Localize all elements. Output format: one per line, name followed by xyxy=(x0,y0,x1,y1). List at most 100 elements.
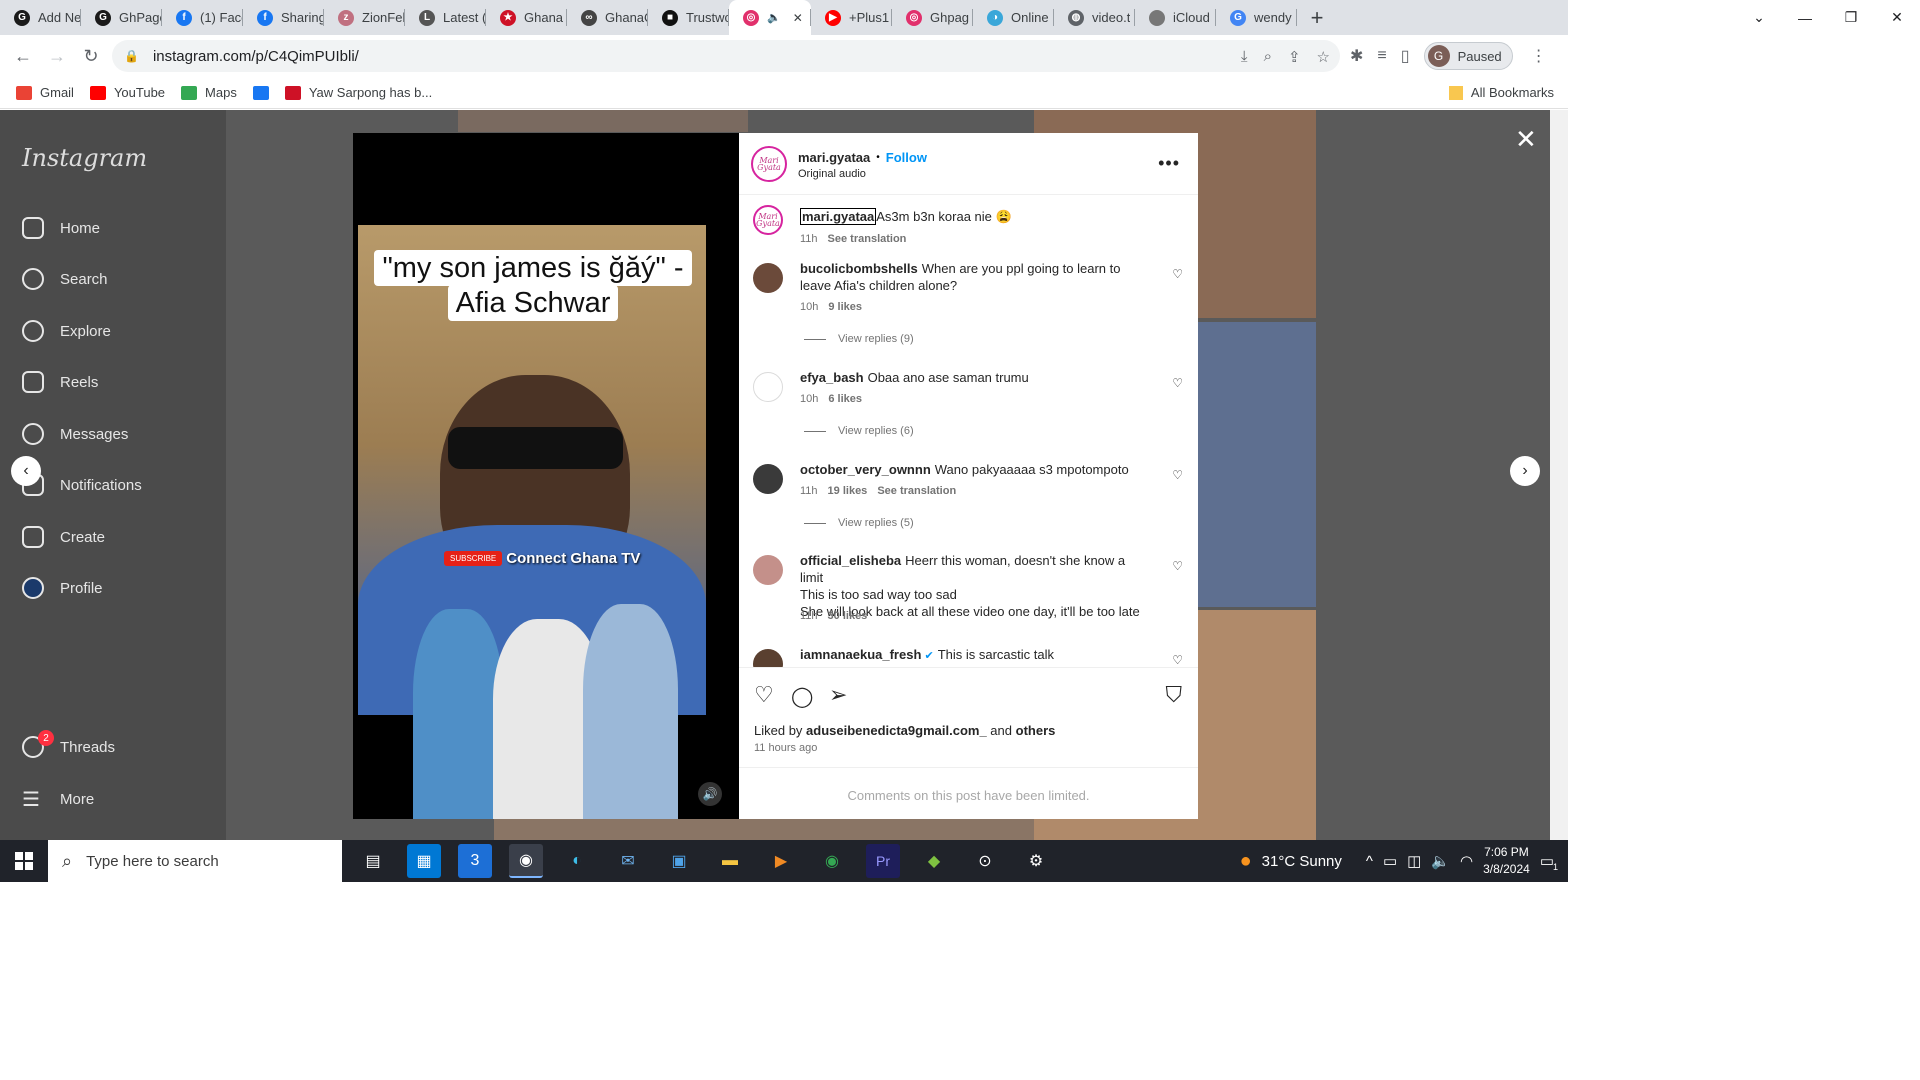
share-send-icon[interactable]: ➢ xyxy=(829,682,847,708)
bookmark-icon[interactable]: ⛉ xyxy=(1165,682,1182,708)
settings-gear-icon[interactable]: ⚙ xyxy=(1019,844,1053,878)
comment-username[interactable]: october_very_ownnn xyxy=(800,462,931,477)
commenter-avatar[interactable] xyxy=(753,555,783,585)
close-tab-icon[interactable]: ✕ xyxy=(793,11,803,25)
view-replies-button[interactable]: View replies (9) xyxy=(804,333,914,345)
comment-likes[interactable]: 30 likes xyxy=(828,610,868,622)
sidebar-item-messages[interactable]: Messages xyxy=(22,423,128,445)
commenter-avatar[interactable] xyxy=(753,263,783,293)
comment-like-heart-icon[interactable]: ♡ xyxy=(1172,376,1183,390)
comment-time[interactable]: 10h xyxy=(800,301,818,313)
author-username[interactable]: mari.gyataa xyxy=(798,150,870,165)
browser-tab[interactable]: ▶ +Plus1 xyxy=(811,0,892,35)
notifications-icon[interactable]: ▭ 1 xyxy=(1540,852,1558,872)
browser-tab[interactable]: ◑ Online xyxy=(973,0,1054,35)
sidebar-item-reels[interactable]: Reels xyxy=(22,371,98,393)
forward-button[interactable]: → xyxy=(40,46,74,67)
comment-likes[interactable]: 6 likes xyxy=(828,393,862,405)
weather-text[interactable]: 31°C Sunny xyxy=(1262,853,1342,870)
sidebar-item-profile[interactable]: Profile xyxy=(22,577,103,599)
bookmark-item[interactable] xyxy=(252,85,269,100)
browser-tab[interactable]: ★ Ghana xyxy=(486,0,567,35)
sidebar-item-home[interactable]: Home xyxy=(22,217,100,239)
comment-username[interactable]: bucolicbombshells xyxy=(800,261,918,276)
comment-username[interactable]: efya_bash xyxy=(800,370,864,385)
comment-time[interactable]: 11h xyxy=(800,610,818,622)
sidebar-item-more[interactable]: ☰ More xyxy=(22,787,94,812)
network-icon[interactable]: ◫ xyxy=(1407,852,1421,870)
caption-time[interactable]: 11h xyxy=(800,233,818,245)
browser-tab[interactable]: L Latest ( xyxy=(405,0,486,35)
sidebar-item-create[interactable]: Create xyxy=(22,526,105,548)
bookmark-item[interactable]: Yaw Sarpong has b... xyxy=(284,85,432,100)
battery-icon[interactable]: ▭ xyxy=(1383,852,1397,870)
comment-translation[interactable]: See translation xyxy=(877,485,956,497)
browser-tab[interactable]: f Sharing xyxy=(243,0,324,35)
chrome-profile-icon[interactable]: ◉ xyxy=(815,844,849,878)
comment-time[interactable]: 11h xyxy=(800,485,818,497)
store-icon[interactable]: ▦ xyxy=(407,844,441,878)
clock[interactable]: 7:06 PM 3/8/2024 xyxy=(1483,844,1530,878)
sidebar-item-explore[interactable]: Explore xyxy=(22,320,111,342)
page-scrollbar[interactable] xyxy=(1550,110,1568,840)
url-bar[interactable]: 🔒 instagram.com/p/C4QimPUIbli/ ⤓ ⌕ ⇪ ☆ xyxy=(112,40,1340,72)
reload-button[interactable]: ↻ xyxy=(74,46,108,67)
liked-by-user[interactable]: aduseibenedicta9gmail.com_ xyxy=(806,723,987,738)
browser-tab[interactable]: ◎ Ghpag xyxy=(892,0,973,35)
comment-username[interactable]: iamnanaekua_fresh xyxy=(800,647,921,662)
side-panel-icon[interactable]: ▯ xyxy=(1401,46,1410,66)
like-heart-icon[interactable]: ♡ xyxy=(754,682,774,708)
maximize-button[interactable]: ❐ xyxy=(1828,9,1874,26)
news-icon[interactable]: ▣ xyxy=(662,844,696,878)
taskbar-search[interactable]: ⌕ Type here to search xyxy=(48,840,342,882)
premiere-icon[interactable]: Pr xyxy=(866,844,900,878)
media-player-icon[interactable]: ▶ xyxy=(764,844,798,878)
kebab-menu-icon[interactable]: ⋮ xyxy=(1531,46,1547,66)
browser-tab[interactable]: G GhPage xyxy=(81,0,162,35)
caption-username[interactable]: mari.gyataa xyxy=(800,208,877,225)
chevron-down-icon[interactable]: ⌄ xyxy=(1736,9,1782,26)
mute-toggle-button[interactable]: 🔊 xyxy=(698,782,722,806)
comment-time[interactable]: 10h xyxy=(800,393,818,405)
previous-post-button[interactable]: ‹ xyxy=(11,456,41,486)
task-view-icon[interactable]: ▤ xyxy=(356,844,390,878)
browser-tab[interactable]: ■ Trustwc xyxy=(648,0,729,35)
browser-tab[interactable]: G Add Ne xyxy=(0,0,81,35)
browser-tab[interactable]: z ZionFel xyxy=(324,0,405,35)
post-timestamp[interactable]: 11 hours ago xyxy=(754,742,817,754)
start-button[interactable] xyxy=(0,840,48,882)
more-options-icon[interactable]: ••• xyxy=(1158,153,1180,174)
new-tab-button[interactable]: + xyxy=(1297,5,1337,31)
view-replies-button[interactable]: View replies (5) xyxy=(804,517,914,529)
comment-likes[interactable]: 9 likes xyxy=(828,301,862,313)
commenter-avatar[interactable] xyxy=(753,372,783,402)
comment-like-heart-icon[interactable]: ♡ xyxy=(1172,559,1183,573)
author-avatar[interactable]: Mari Gyata xyxy=(753,205,783,235)
author-avatar[interactable]: Mari Gyata xyxy=(751,146,787,182)
audio-label[interactable]: Original audio xyxy=(798,168,866,180)
browser-tab[interactable]: iCloud xyxy=(1135,0,1216,35)
volume-icon[interactable]: 🔈 xyxy=(1431,852,1450,870)
comment-like-heart-icon[interactable]: ♡ xyxy=(1172,267,1183,281)
media-controls-icon[interactable]: ≡ xyxy=(1377,47,1386,65)
commenter-avatar[interactable] xyxy=(753,649,783,667)
profile-button[interactable]: G Paused xyxy=(1423,42,1513,70)
share-icon[interactable]: ⇪ xyxy=(1288,48,1301,66)
comment-likes[interactable]: 19 likes xyxy=(828,485,868,497)
zoom-icon[interactable]: ⌕ xyxy=(1264,48,1272,66)
wifi-icon[interactable]: ◠ xyxy=(1460,852,1473,870)
player-icon[interactable]: ⊙ xyxy=(968,844,1002,878)
browser-tab[interactable]: ◎ 🔈 ✕ xyxy=(729,0,811,35)
chrome-icon[interactable]: ◉ xyxy=(509,844,543,878)
next-post-button[interactable]: › xyxy=(1510,456,1540,486)
see-translation-link[interactable]: See translation xyxy=(828,233,907,245)
extensions-icon[interactable]: ✱ xyxy=(1350,46,1363,66)
bookmark-item[interactable]: Gmail xyxy=(16,85,74,100)
instagram-logo[interactable]: Instagram xyxy=(22,144,147,172)
browser-tab[interactable]: f (1) Face xyxy=(162,0,243,35)
app-icon[interactable]: 3 xyxy=(458,844,492,878)
sidebar-item-threads[interactable]: 2 Threads xyxy=(22,730,115,758)
comment-like-heart-icon[interactable]: ♡ xyxy=(1172,653,1183,667)
star-icon[interactable]: ☆ xyxy=(1317,48,1330,66)
bookmark-item[interactable]: YouTube xyxy=(89,85,165,100)
